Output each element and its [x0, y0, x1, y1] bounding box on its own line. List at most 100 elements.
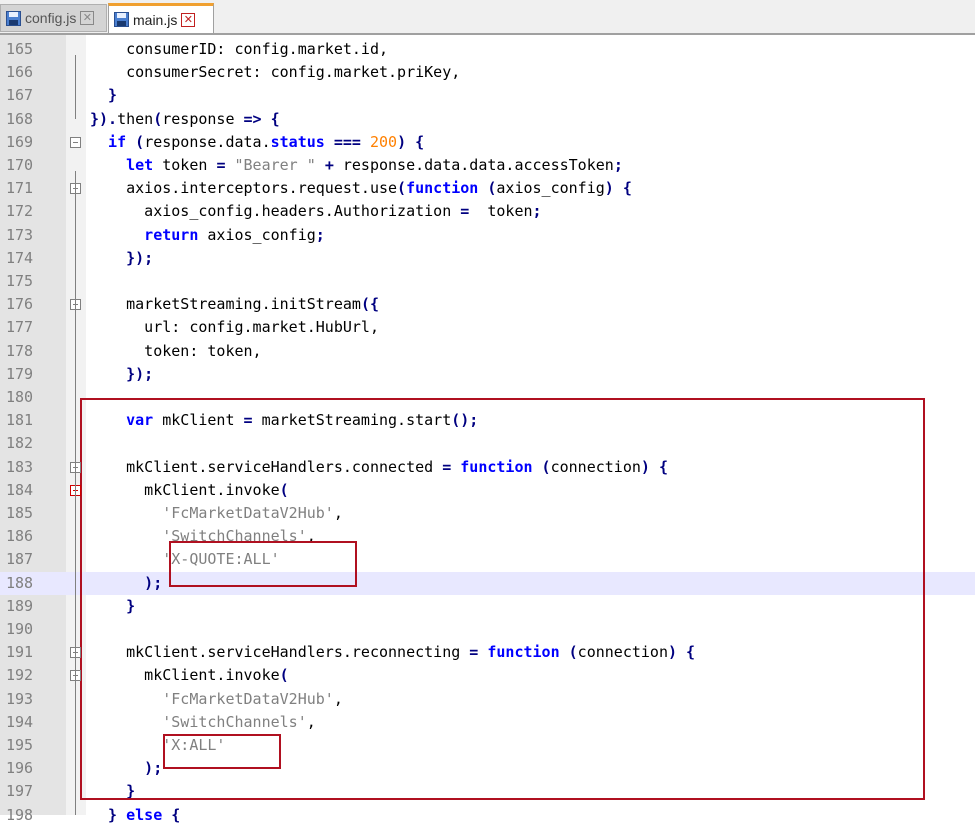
code-token: ; — [315, 225, 325, 244]
code-token: response.data. — [144, 132, 271, 151]
floppy-disk-icon — [114, 12, 129, 27]
line-number: 198 — [6, 805, 34, 824]
code-token: axios_config.headers.Authorization — [90, 202, 461, 221]
code-token: consumerSecret: config.market.priKey, — [90, 63, 461, 82]
line-number: 172 — [6, 202, 34, 221]
code-text: } — [90, 84, 117, 107]
code-text: axios_config.headers.Authorization = tok… — [90, 200, 542, 223]
code-text: if (response.data.status === 200) { — [90, 131, 424, 154]
line-number: 177 — [6, 318, 34, 337]
line-number: 180 — [6, 388, 34, 406]
code-token: token — [487, 202, 533, 221]
code-line[interactable]: 170 let token = "Bearer " + response.dat… — [0, 154, 975, 177]
line-number: 165 — [6, 40, 34, 58]
fold-toggle-icon[interactable] — [70, 136, 81, 148]
line-number: 197 — [6, 782, 34, 801]
code-token: => { — [243, 109, 280, 128]
fold-guide-line — [75, 310, 76, 374]
tab-label: main.js — [133, 11, 178, 28]
code-text: } else { — [90, 804, 180, 827]
code-line[interactable]: 169 if (response.data.status === 200) { — [0, 131, 975, 154]
line-number: 168 — [6, 109, 34, 128]
line-number: 182 — [6, 434, 34, 453]
line-number: 171 — [6, 179, 34, 198]
line-number: 185 — [6, 504, 34, 522]
code-line[interactable]: 167 } — [0, 84, 975, 107]
tab-config-js[interactable]: config.js ✕ — [0, 4, 107, 32]
code-line[interactable]: 172 axios_config.headers.Authorization =… — [0, 200, 975, 223]
code-line[interactable]: 177 url: config.market.HubUrl, — [0, 316, 975, 339]
code-token: axios.interceptors.request.use — [90, 179, 398, 198]
code-token: === — [333, 132, 370, 151]
code-line[interactable]: 175 — [0, 270, 975, 293]
code-text: }).then(response => { — [90, 108, 280, 131]
code-token: }). — [90, 109, 118, 128]
code-token: = — [460, 202, 488, 221]
fold-guide-line — [75, 55, 76, 119]
line-number: 187 — [6, 550, 34, 569]
code-line[interactable]: 173 return axios_config; — [0, 224, 975, 247]
code-token: if — [90, 132, 136, 151]
tab-bar: config.js ✕ main.js ✕ — [0, 0, 975, 35]
close-icon[interactable]: ✕ — [181, 12, 196, 27]
line-number: 169 — [6, 132, 34, 151]
code-token: }); — [90, 248, 154, 267]
line-number: 173 — [6, 225, 34, 244]
code-text: }); — [90, 247, 153, 270]
line-number: 170 — [6, 156, 34, 174]
line-number: 193 — [6, 689, 34, 708]
code-token: ( — [135, 132, 145, 151]
line-number: 179 — [6, 364, 34, 383]
code-text: }); — [90, 363, 153, 386]
code-text: consumerID: config.market.id, — [90, 38, 388, 61]
line-number: 178 — [6, 341, 34, 360]
code-token: response.data.data.accessToken — [342, 156, 614, 174]
code-text: url: config.market.HubUrl, — [90, 316, 379, 339]
code-line[interactable]: 179 }); — [0, 363, 975, 386]
line-number: 176 — [6, 295, 34, 314]
tab-main-js[interactable]: main.js ✕ — [108, 3, 214, 33]
code-token: axios_config — [496, 179, 605, 198]
close-icon[interactable]: ✕ — [80, 11, 95, 25]
line-number: 174 — [6, 248, 34, 267]
code-token: ({ — [360, 295, 379, 314]
code-line[interactable]: 171 axios.interceptors.request.use(funct… — [0, 177, 975, 200]
line-number: 184 — [6, 480, 34, 499]
code-token: ; — [532, 202, 542, 221]
code-token: }); — [90, 364, 154, 383]
code-text: token: token, — [90, 340, 262, 363]
code-token: function — [406, 179, 488, 198]
line-number: 190 — [6, 620, 34, 638]
line-number: 175 — [6, 272, 34, 290]
code-token: then — [117, 109, 154, 128]
code-text: return axios_config; — [90, 224, 325, 247]
line-number: 192 — [6, 666, 34, 685]
line-number: 186 — [6, 527, 34, 546]
code-token: return — [90, 225, 208, 244]
line-number: 183 — [6, 457, 34, 476]
code-token: ; — [613, 156, 623, 174]
code-line[interactable]: 176 marketStreaming.initStream({ — [0, 293, 975, 316]
code-token: } — [90, 86, 118, 105]
code-token: token: token, — [90, 341, 262, 360]
code-line[interactable]: 165 consumerID: config.market.id, — [0, 38, 975, 61]
code-line[interactable]: 174 }); — [0, 247, 975, 270]
fold-guide-line — [75, 681, 76, 769]
line-number: 195 — [6, 736, 34, 754]
line-number: 196 — [6, 759, 34, 778]
code-line[interactable]: 198 } else { — [0, 804, 975, 827]
code-token: url: config.market.HubUrl, — [90, 318, 379, 337]
code-token: consumerID: config.market.id, — [90, 40, 389, 58]
line-number: 167 — [6, 86, 34, 105]
code-line[interactable]: 166 consumerSecret: config.market.priKey… — [0, 61, 975, 84]
code-line[interactable]: 168 }).then(response => { — [0, 108, 975, 131]
line-number: 191 — [6, 643, 34, 662]
line-number: 194 — [6, 712, 34, 731]
annotation-box-x-all — [163, 734, 281, 769]
code-token: marketStreaming.initStream — [90, 295, 361, 314]
line-number: 181 — [6, 411, 34, 430]
code-line[interactable]: 178 token: token, — [0, 340, 975, 363]
code-token: ( — [397, 179, 407, 198]
code-token: axios_config — [207, 225, 316, 244]
tab-label: config.js — [25, 10, 77, 26]
